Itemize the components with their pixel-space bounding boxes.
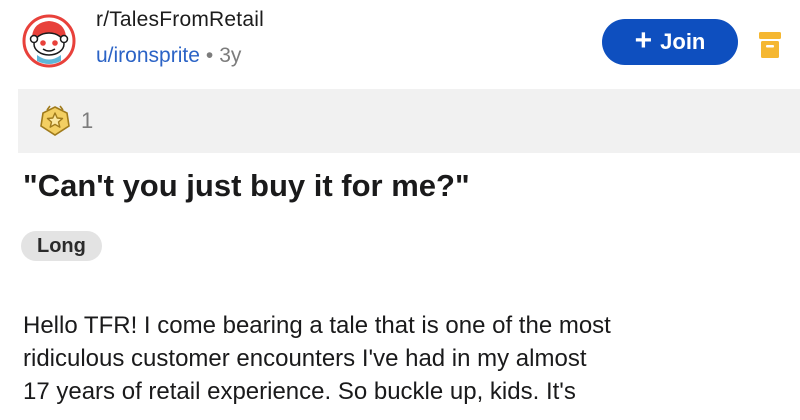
award-count: 1 xyxy=(81,108,94,133)
subreddit-name[interactable]: r/TalesFromRetail xyxy=(96,8,264,32)
post-body-line: 17 years of retail experience. So buckle… xyxy=(23,378,576,405)
awards-bar: 1 xyxy=(18,89,800,153)
post-body-line: Hello TFR! I come bearing a tale that is… xyxy=(23,312,611,339)
subreddit-avatar[interactable] xyxy=(22,14,76,68)
reddit-snoo-avatar-icon xyxy=(22,14,76,68)
join-label: Join xyxy=(660,29,706,54)
post-age: 3y xyxy=(219,44,242,67)
plus-icon: + xyxy=(634,23,653,57)
post-title[interactable]: "Can't you just buy it for me?" xyxy=(23,168,470,204)
bookmark-icon[interactable] xyxy=(758,30,782,60)
join-button[interactable]: + Join xyxy=(602,19,738,65)
meta-separator: • xyxy=(205,44,214,67)
post-flair[interactable]: Long xyxy=(21,231,102,261)
post-body: Hello TFR! I come bearing a tale that is… xyxy=(23,309,793,408)
post-meta: u/ironsprite • 3y xyxy=(96,44,241,68)
post-body-line: ridiculous customer encounters I've had … xyxy=(23,345,587,372)
post-header: r/TalesFromRetail u/ironsprite • 3y + Join xyxy=(0,0,800,88)
author-username[interactable]: u/ironsprite xyxy=(96,44,200,67)
award-badge-icon[interactable] xyxy=(38,104,72,138)
